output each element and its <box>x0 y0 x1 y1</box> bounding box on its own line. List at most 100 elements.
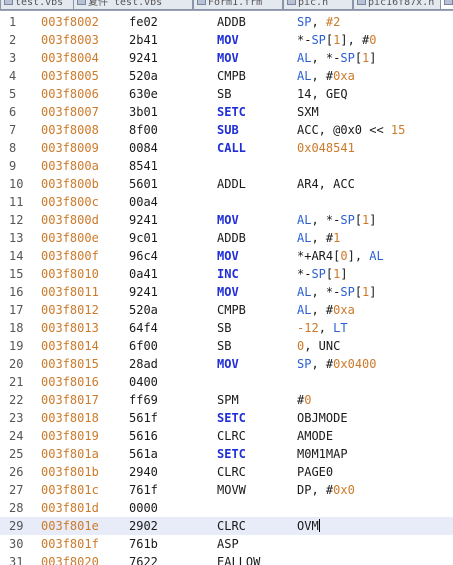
code-line[interactable]: 4 003f8005 520a CMPB AL, #0xa <box>0 67 453 85</box>
code-line[interactable]: 10 003f800b 5601 ADDL AR4, ACC <box>0 175 453 193</box>
operands: SP, #2 <box>297 13 340 31</box>
code-line[interactable]: 5 003f8006 630e SB 14, GEQ <box>0 85 453 103</box>
code-line[interactable]: 30 003f801f 761b ASP <box>0 535 453 553</box>
code-line[interactable]: 24 003f8019 5616 CLRC AMODE <box>0 427 453 445</box>
line-number: 5 <box>9 87 17 101</box>
code-line[interactable]: 31 003f8020 7622 EALLOW <box>0 553 453 565</box>
line-number: 12 <box>9 213 24 227</box>
instruction-address: 003f801b <box>41 465 99 479</box>
operands: 0x048541 <box>297 139 355 157</box>
file-tab[interactable]: t <box>440 0 453 10</box>
code-line[interactable]: 18 003f8013 64f4 SB -12, LT <box>0 319 453 337</box>
instruction-address: 003f800a <box>41 159 99 173</box>
code-editor[interactable]: 1 003f8002 fe02 ADDB SP, #2 2 003f8003 2b41 MOV *… <box>0 10 453 565</box>
operand-token: , UNC <box>304 339 341 353</box>
code-line[interactable]: 16 003f8011 9241 MOV AL, *-SP[1] <box>0 283 453 301</box>
instruction-address: 003f800e <box>41 231 99 245</box>
code-line[interactable]: 15 003f8010 0a41 INC *-SP[1] <box>0 265 453 283</box>
operands: OBJMODE <box>297 409 348 427</box>
mnemonic: SB <box>217 339 232 353</box>
instruction-address: 003f801a <box>41 447 99 461</box>
operands: AR4, ACC <box>297 175 355 193</box>
file-tab[interactable]: Form1.frm <box>193 0 283 10</box>
line-number: 7 <box>9 123 17 137</box>
operand-token: , # <box>311 69 334 83</box>
code-line[interactable]: 8 003f8009 0084 CALL 0x048541 <box>0 139 453 157</box>
file-tab[interactable]: pic16f87x.h <box>353 0 441 10</box>
operand-token: #2 <box>325 15 341 29</box>
operands: SP, #0x0400 <box>297 355 377 373</box>
instruction-address: 003f8013 <box>41 321 99 335</box>
code-line[interactable]: 2 003f8003 2b41 MOV *-SP[1], #0 <box>0 31 453 49</box>
mnemonic: MOVW <box>217 483 246 497</box>
operand-token: [ <box>354 51 363 65</box>
instruction-address: 003f800c <box>41 195 99 209</box>
opcode-hex: 8f00 <box>129 123 158 137</box>
code-line[interactable]: 11 003f800c 00a4 <box>0 193 453 211</box>
file-tab[interactable]: pic.h <box>283 0 353 10</box>
line-number: 27 <box>9 483 24 497</box>
code-line[interactable]: 14 003f800f 96c4 MOV *+AR4[0], AL <box>0 247 453 265</box>
code-line[interactable]: 23 003f8018 561f SETC OBJMODE <box>0 409 453 427</box>
code-line[interactable]: 26 003f801b 2940 CLRC PAGE0 <box>0 463 453 481</box>
operand-token: [ <box>354 285 363 299</box>
operand-token: SP <box>340 213 355 227</box>
operands: AL, *-SP[1] <box>297 211 377 229</box>
operand-token: 1 <box>333 231 341 245</box>
operands: M0M1MAP <box>297 445 348 463</box>
code-line[interactable]: 12 003f800d 9241 MOV AL, *-SP[1] <box>0 211 453 229</box>
operand-token: ], <box>347 249 370 263</box>
opcode-hex: 761f <box>129 483 158 497</box>
code-line[interactable]: 13 003f800e 9c01 ADDB AL, #1 <box>0 229 453 247</box>
code-line[interactable]: 3 003f8004 9241 MOV AL, *-SP[1] <box>0 49 453 67</box>
instruction-address: 003f8005 <box>41 69 99 83</box>
opcode-hex: 520a <box>129 69 158 83</box>
instruction-address: 003f8012 <box>41 303 99 317</box>
mnemonic: SETC <box>217 447 246 461</box>
mnemonic: MOV <box>217 285 239 299</box>
instruction-address: 003f8018 <box>41 411 99 425</box>
operands: *+AR4[0], AL <box>297 247 384 265</box>
operand-token: 0 <box>369 33 377 47</box>
operand-token: ] <box>369 213 377 227</box>
operand-token: SP <box>311 33 326 47</box>
instruction-address: 003f800d <box>41 213 99 227</box>
code-line[interactable]: 28 003f801d 0000 <box>0 499 453 517</box>
mnemonic: INC <box>217 267 239 281</box>
operands: PAGE0 <box>297 463 333 481</box>
code-line[interactable]: 1 003f8002 fe02 ADDB SP, #2 <box>0 13 453 31</box>
file-icon <box>287 0 296 5</box>
file-icon <box>444 0 453 5</box>
code-line[interactable]: 9 003f800a 8541 <box>0 157 453 175</box>
operands: AL, *-SP[1] <box>297 283 377 301</box>
code-line[interactable]: 25 003f801a 561a SETC M0M1MAP <box>0 445 453 463</box>
line-number: 3 <box>9 51 17 65</box>
operand-token: , # <box>311 231 334 245</box>
code-line[interactable]: 20 003f8015 28ad MOV SP, #0x0400 <box>0 355 453 373</box>
current-code-line[interactable]: 29 003f801e 2902 CLRC OVM <box>0 517 453 535</box>
instruction-address: 003f8007 <box>41 105 99 119</box>
code-line[interactable]: 17 003f8012 520a CMPB AL, #0xa <box>0 301 453 319</box>
operand-token: 0xa <box>333 303 355 317</box>
opcode-hex: 2940 <box>129 465 158 479</box>
code-line[interactable]: 6 003f8007 3b01 SETC SXM <box>0 103 453 121</box>
code-line[interactable]: 19 003f8014 6f00 SB 0, UNC <box>0 337 453 355</box>
line-number: 21 <box>9 375 24 389</box>
operand-token: SP <box>340 51 355 65</box>
code-line[interactable]: 22 003f8017 ff69 SPM #0 <box>0 391 453 409</box>
text-cursor <box>318 519 320 532</box>
code-line[interactable]: 27 003f801c 761f MOVW DP, #0x0 <box>0 481 453 499</box>
opcode-hex: 5601 <box>129 177 158 191</box>
line-number: 4 <box>9 69 17 83</box>
code-line[interactable]: 7 003f8008 8f00 SUB ACC, @0x0 << 15 <box>0 121 453 139</box>
operand-token: SP <box>340 285 355 299</box>
mnemonic: SPM <box>217 393 239 407</box>
mnemonic: CLRC <box>217 519 246 533</box>
instruction-address: 003f801d <box>41 501 99 515</box>
code-line[interactable]: 21 003f8016 0400 <box>0 373 453 391</box>
file-tab[interactable]: 复件 test.vbs <box>73 0 193 10</box>
operand-token: , # <box>311 303 334 317</box>
file-tab[interactable]: test.vbs <box>0 0 74 10</box>
operand-token: 0 <box>340 249 348 263</box>
operand-token: SP <box>297 357 312 371</box>
